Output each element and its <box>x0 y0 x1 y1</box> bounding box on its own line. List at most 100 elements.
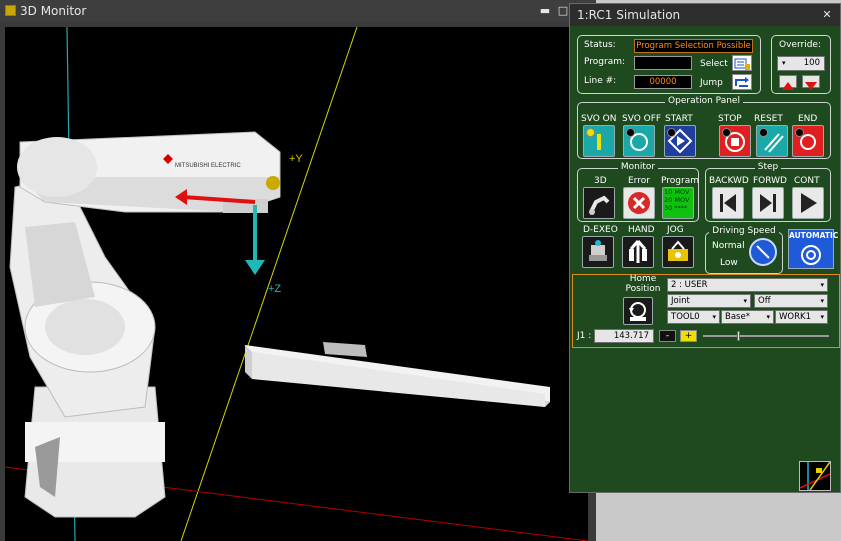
jog-panel: Home Position 2 : USER ▾ Joint ▾ Off ▾ TOOL… <box>572 274 840 348</box>
frame-value: 2 : USER <box>671 280 708 290</box>
start-button[interactable] <box>664 125 696 157</box>
axis-label: J1 : <box>577 331 592 341</box>
reset-label: RESET <box>754 114 783 124</box>
jog-minus-button[interactable]: - <box>659 330 676 342</box>
program-label: Program: <box>584 57 626 67</box>
program-line-1: 10 MOV <box>664 188 690 196</box>
line-field[interactable]: 00000 <box>634 75 692 89</box>
base-dropdown[interactable]: Base* ▾ <box>721 310 774 324</box>
override-up-button[interactable] <box>779 75 797 90</box>
status-group: Status: Program Selection Possible Progr… <box>577 35 761 94</box>
3d-view-toggle-icon[interactable] <box>799 461 831 491</box>
tool-value: TOOL0 <box>671 312 700 322</box>
3d-monitor-button[interactable] <box>583 187 615 219</box>
speed-low-label: Low <box>720 258 738 268</box>
driving-speed-title: Driving Speed <box>709 226 779 236</box>
3d-viewport[interactable]: MITSUBISHI ELECTRIC +Y +Z <box>5 27 588 541</box>
override-dropdown[interactable]: ▾ 100 <box>777 56 825 71</box>
tool-dropdown[interactable]: TOOL0 ▾ <box>667 310 720 324</box>
status-field: Program Selection Possible <box>634 39 753 53</box>
error-button[interactable] <box>623 187 655 219</box>
svo-on-label: SVO ON <box>581 114 617 124</box>
program-monitor-button[interactable]: 10 MOV 20 MOV 30 **** <box>662 187 694 219</box>
svo-off-label: SVO OFF <box>622 114 662 124</box>
stop-button[interactable] <box>719 125 751 157</box>
chevron-down-icon: ▾ <box>712 313 716 321</box>
option-dropdown[interactable]: Off ▾ <box>754 294 828 308</box>
monitor-window-icon <box>5 5 16 16</box>
jog-button[interactable] <box>662 236 694 268</box>
hand-button[interactable] <box>622 236 654 268</box>
chevron-down-icon: ▾ <box>766 313 770 321</box>
step-group-title: Step <box>754 162 782 172</box>
automatic-icon <box>801 245 821 265</box>
jog-label: JOG <box>667 225 684 235</box>
override-group: Override: ▾ 100 <box>771 35 831 94</box>
home-position-button[interactable] <box>623 297 653 325</box>
jog-mode-value: Joint <box>671 296 690 306</box>
close-icon[interactable]: ✕ <box>820 8 834 22</box>
operation-panel-title: Operation Panel <box>665 96 743 106</box>
simulation-window: 1:RC1 Simulation ✕ Status: Program Selec… <box>569 3 841 493</box>
monitor-window: 3D Monitor ▬ □ ✕ <box>0 0 596 541</box>
override-label: Override: <box>779 40 821 50</box>
end-led <box>795 128 804 137</box>
base-value: Base* <box>725 312 750 322</box>
step-forward-button[interactable] <box>752 187 784 219</box>
axis-value-field: 143.717 <box>594 329 654 343</box>
svo-on-led <box>586 128 595 137</box>
frame-dropdown[interactable]: 2 : USER ▾ <box>667 278 828 292</box>
start-label: START <box>665 114 693 124</box>
option-value: Off <box>758 296 771 306</box>
svo-on-button[interactable] <box>583 125 615 157</box>
jump-label: Jump <box>700 78 723 88</box>
simulation-title: 1:RC1 Simulation <box>577 8 681 22</box>
d-exeo-label: D-EXEO <box>583 225 618 235</box>
backwd-label: BACKWD <box>709 176 749 186</box>
program-line-2: 20 MOV <box>664 196 690 204</box>
maximize-icon[interactable]: □ <box>556 4 570 18</box>
end-button[interactable] <box>792 125 824 157</box>
jog-plus-button[interactable]: + <box>680 330 697 342</box>
speed-normal-label: Normal <box>712 241 745 251</box>
speed-dial[interactable] <box>749 238 777 266</box>
3d-label: 3D <box>594 176 607 186</box>
status-label: Status: <box>584 40 616 50</box>
monitor-titlebar: 3D Monitor ▬ □ ✕ <box>0 0 596 22</box>
svo-off-led <box>626 128 635 137</box>
jog-slider-handle[interactable] <box>737 331 740 341</box>
chevron-down-icon: ▾ <box>743 297 747 305</box>
monitor-title: 3D Monitor <box>20 4 87 18</box>
d-exeo-button[interactable] <box>582 236 614 268</box>
simulation-titlebar: 1:RC1 Simulation ✕ <box>570 4 840 26</box>
work-dropdown[interactable]: WORK1 ▾ <box>775 310 828 324</box>
3d-scene: MITSUBISHI ELECTRIC +Y +Z <box>5 27 588 541</box>
reset-button[interactable] <box>756 125 788 157</box>
jog-mode-dropdown[interactable]: Joint ▾ <box>667 294 751 308</box>
error-label: Error <box>628 176 650 186</box>
chevron-down-icon: ▾ <box>820 297 824 305</box>
program-line-3: 30 **** <box>664 204 688 212</box>
select-program-icon[interactable] <box>732 55 752 71</box>
program-field[interactable] <box>634 56 692 70</box>
chevron-down-icon: ▾ <box>820 313 824 321</box>
line-label: Line #: <box>584 76 617 86</box>
monitor-group-title: Monitor <box>617 162 659 172</box>
step-group: Step BACKWD FORWD CONT <box>705 162 831 222</box>
forwd-label: FORWD <box>753 176 787 186</box>
override-down-button[interactable] <box>802 75 820 90</box>
jog-slider-track[interactable] <box>703 335 829 337</box>
axis-y-label: +Y <box>289 153 303 165</box>
automatic-button[interactable]: AUTOMATIC <box>788 229 838 269</box>
cont-label: CONT <box>794 176 820 186</box>
start-led <box>667 128 676 137</box>
work-value: WORK1 <box>779 312 811 322</box>
chevron-down-icon: ▾ <box>782 59 786 67</box>
robot-logo: MITSUBISHI ELECTRIC <box>175 163 241 169</box>
minimize-icon[interactable]: ▬ <box>538 4 552 18</box>
robot-arm: MITSUBISHI ELECTRIC <box>9 131 281 518</box>
continue-button[interactable] <box>792 187 824 219</box>
step-backward-button[interactable] <box>712 187 744 219</box>
jump-line-icon[interactable] <box>732 74 752 90</box>
svo-off-button[interactable] <box>623 125 655 157</box>
